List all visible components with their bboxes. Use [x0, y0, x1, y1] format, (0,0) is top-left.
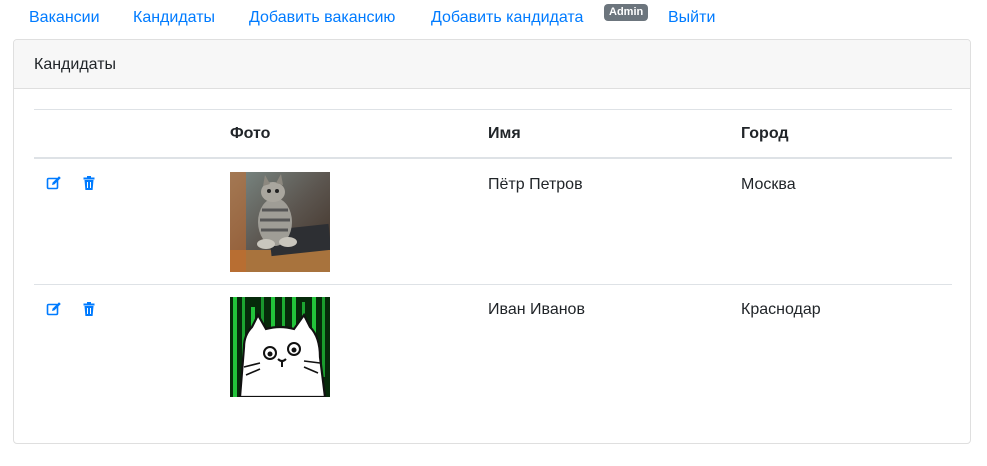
card-title: Кандидаты	[34, 56, 117, 73]
user-badge: Admin	[604, 4, 649, 21]
trash-icon[interactable]	[81, 175, 97, 191]
header-name: Имя	[488, 125, 521, 142]
candidate-city: Краснодар	[741, 301, 821, 318]
candidates-card: Кандидаты Фото Имя Город Пётр Петров Мос…	[13, 39, 971, 444]
nav-logout-link[interactable]: Выйти	[668, 9, 715, 27]
table-header-border	[34, 157, 952, 159]
trash-icon[interactable]	[81, 301, 97, 317]
cartoon-cat-matrix-photo	[230, 297, 330, 397]
edit-icon[interactable]	[46, 175, 62, 191]
card-header: Кандидаты	[14, 40, 970, 89]
table-top-border	[34, 109, 952, 110]
header-city: Город	[741, 125, 789, 142]
nav-add-vacancy-link[interactable]: Добавить вакансию	[249, 9, 395, 27]
candidate-city: Москва	[741, 176, 796, 193]
nav-add-candidate-link[interactable]: Добавить кандидата	[431, 9, 583, 27]
header-photo: Фото	[230, 125, 271, 142]
candidate-name: Пётр Петров	[488, 176, 583, 193]
nav-candidates-link[interactable]: Кандидаты	[133, 9, 215, 27]
cat-at-keyboard-photo	[230, 172, 330, 272]
candidate-name: Иван Иванов	[488, 301, 585, 318]
top-nav: Вакансии Кандидаты Добавить вакансию Доб…	[0, 0, 987, 38]
nav-vacancies-link[interactable]: Вакансии	[29, 9, 100, 27]
row-divider	[34, 284, 952, 285]
edit-icon[interactable]	[46, 301, 62, 317]
